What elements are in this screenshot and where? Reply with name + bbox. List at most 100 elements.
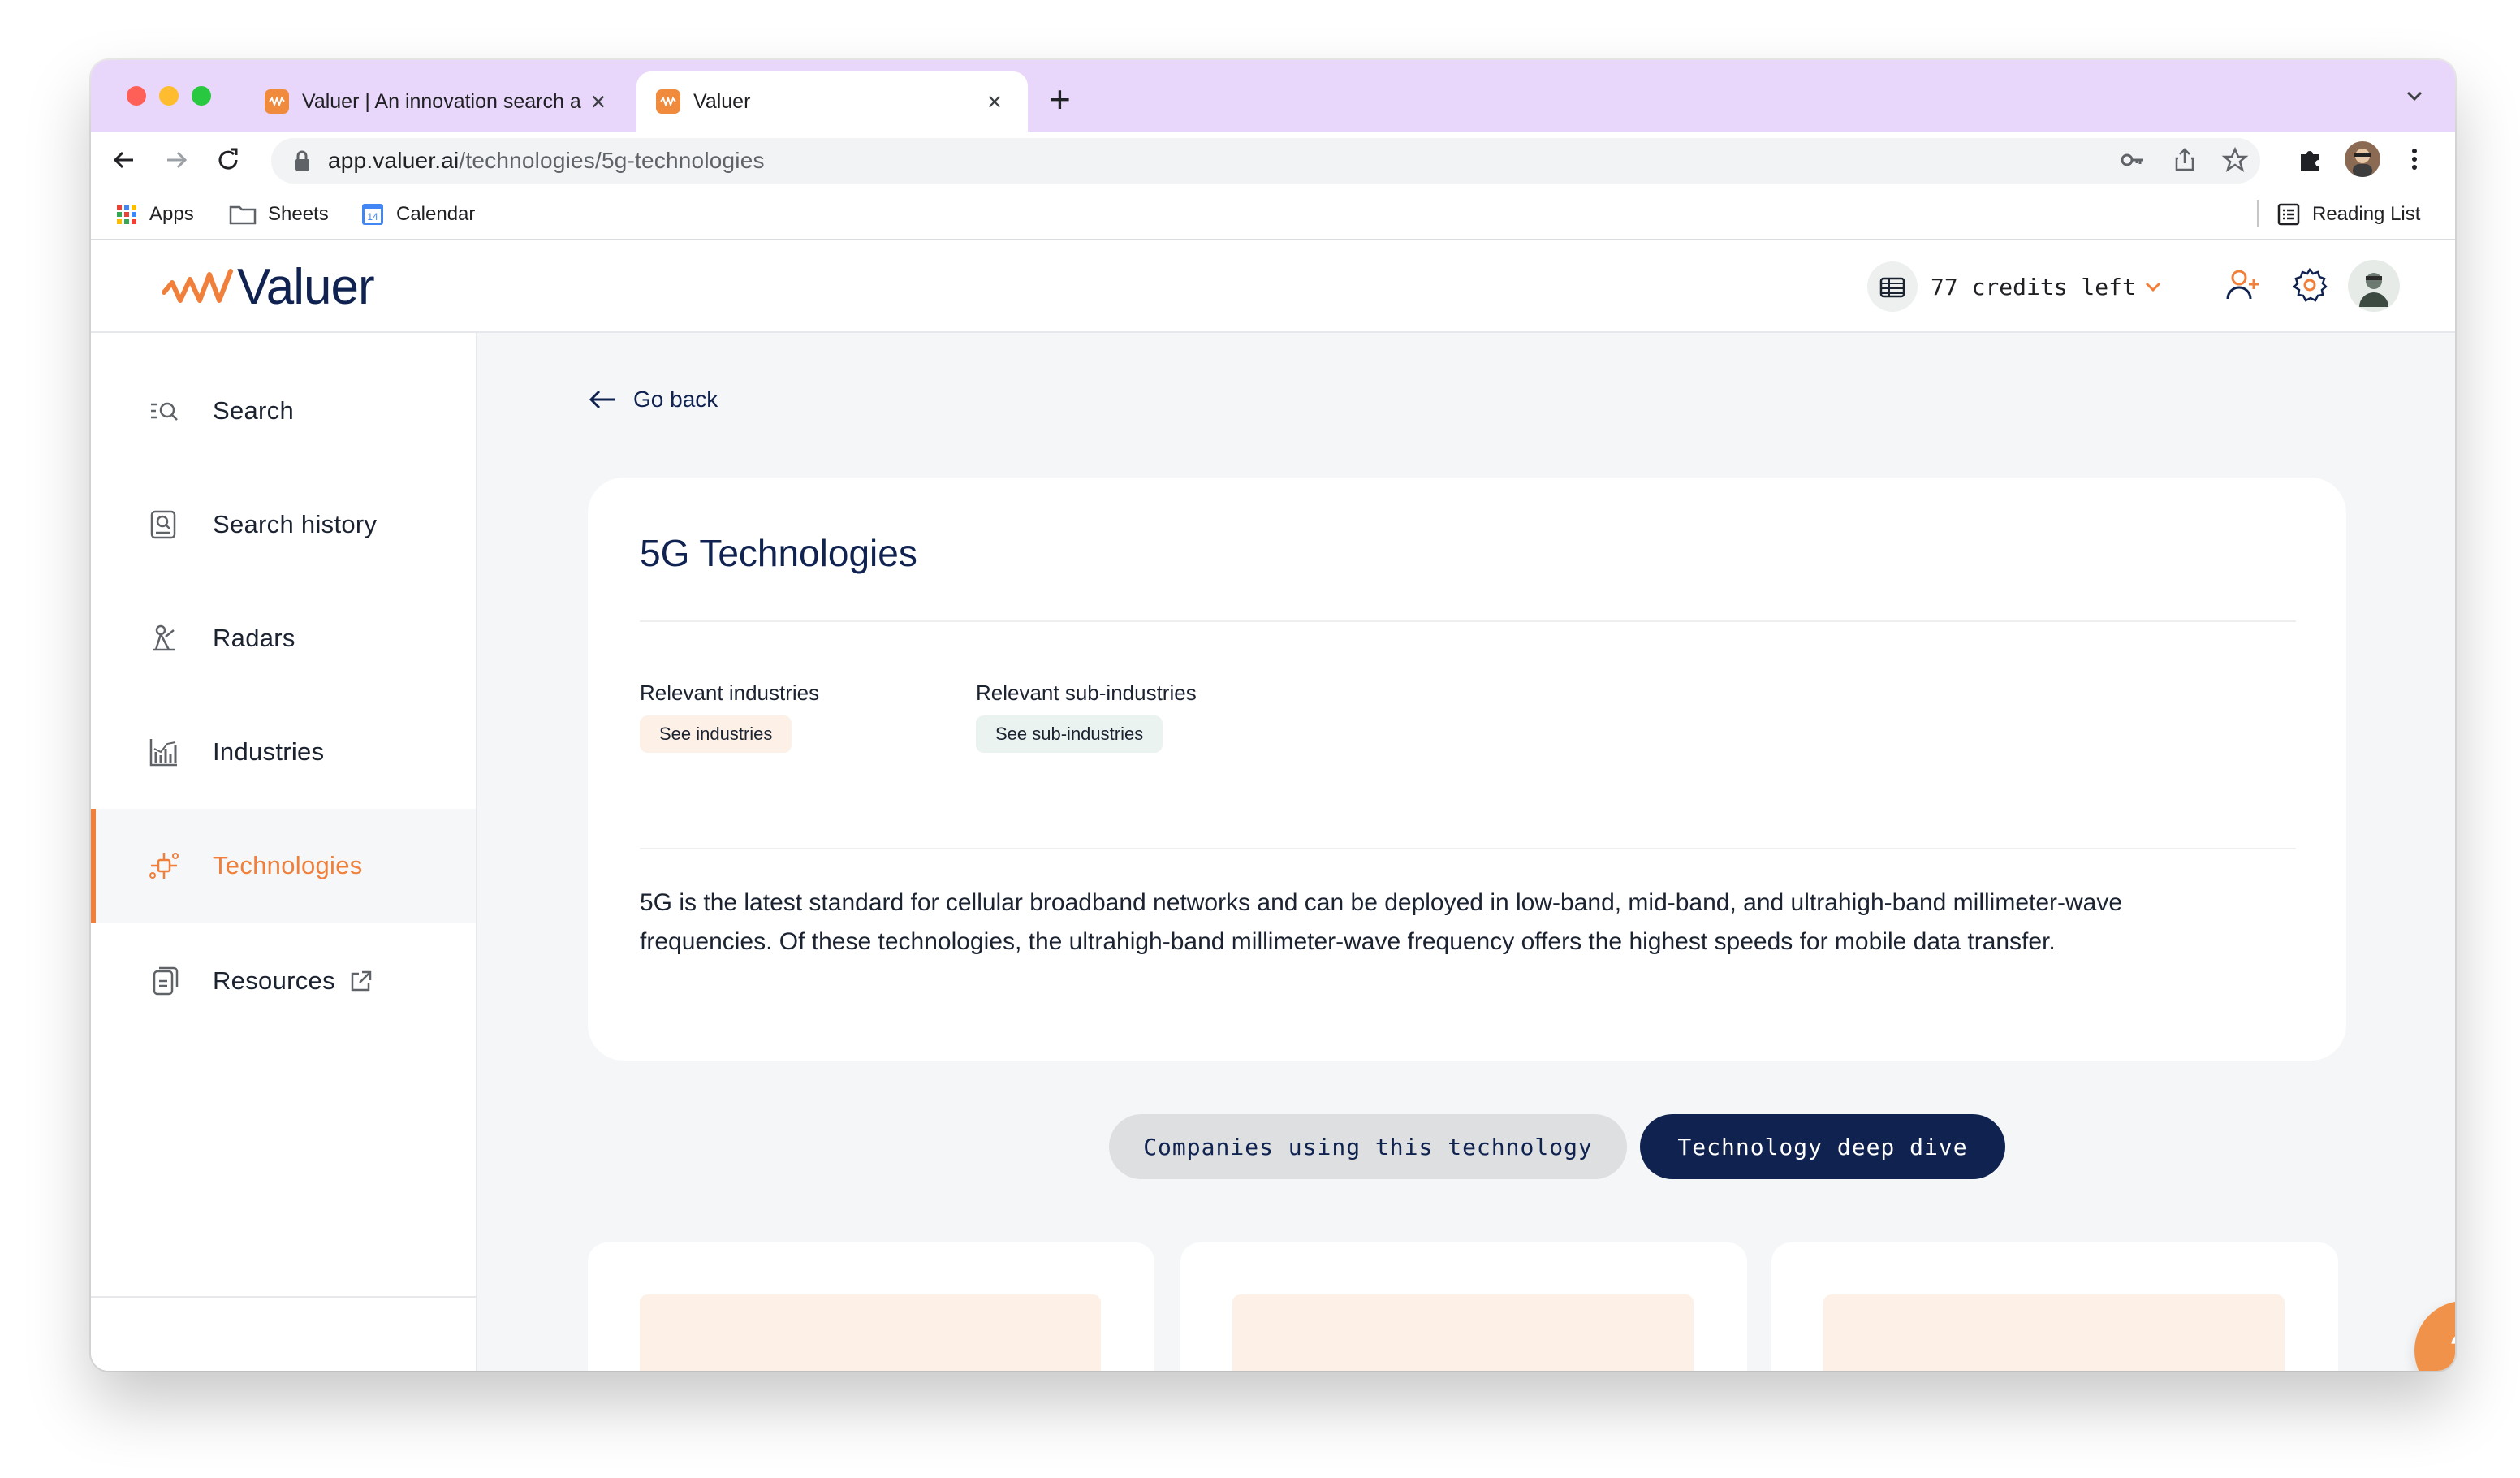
- calendar-icon: 14: [362, 204, 383, 225]
- forward-arrow-icon[interactable]: [161, 145, 192, 175]
- relevant-industries: Relevant industries See industries: [640, 681, 819, 753]
- bookmark-apps[interactable]: Apps: [115, 188, 194, 240]
- apps-grid-icon: [117, 205, 136, 224]
- new-tab-button[interactable]: +: [1049, 75, 1071, 123]
- bookmark-label: Calendar: [396, 203, 476, 225]
- article-thumbnail: [1823, 1294, 2285, 1371]
- tab-companies-using-technology[interactable]: Companies using this technology: [1109, 1114, 1627, 1179]
- bookmark-calendar[interactable]: 14 Calendar: [360, 188, 475, 240]
- key-icon[interactable]: [2119, 146, 2147, 174]
- article-thumbnail: [640, 1294, 1101, 1371]
- see-sub-industries-button[interactable]: See sub-industries: [976, 715, 1163, 753]
- browser-tab-active[interactable]: Valuer ×: [636, 71, 1028, 132]
- article-card[interactable]: [1180, 1242, 1747, 1371]
- tab-strip: Valuer | An innovation search a × Valuer…: [91, 60, 2455, 132]
- go-back-link[interactable]: Go back: [588, 387, 718, 413]
- close-tab-icon[interactable]: ×: [981, 87, 1008, 117]
- search-icon: [151, 402, 178, 421]
- valuer-favicon-icon: [656, 89, 680, 114]
- browser-toolbar: app.valuer.ai/technologies/5g-technologi…: [91, 132, 2455, 188]
- address-bar[interactable]: app.valuer.ai/technologies/5g-technologi…: [271, 138, 2260, 184]
- technology-card: 5G Technologies Relevant industries See …: [588, 478, 2346, 1061]
- credits-text: 77 credits left: [1931, 273, 2136, 300]
- sidebar-item-resources[interactable]: Resources: [91, 924, 476, 1038]
- bookmark-sheets[interactable]: Sheets: [229, 188, 329, 240]
- page-title: 5G Technologies: [640, 532, 917, 574]
- folder-icon: [229, 205, 257, 225]
- technologies-icon: [149, 853, 179, 879]
- article-thumbnail: [1232, 1294, 1694, 1371]
- see-industries-button[interactable]: See industries: [640, 715, 792, 753]
- share-icon[interactable]: [2171, 146, 2199, 174]
- valuer-logo[interactable]: Valuer: [162, 258, 375, 316]
- svg-text:14: 14: [367, 211, 378, 223]
- tab-title: Valuer: [693, 89, 751, 113]
- radar-icon: [153, 624, 175, 651]
- tab-search-chevron-icon[interactable]: [2401, 83, 2427, 109]
- article-card[interactable]: [1771, 1242, 2338, 1371]
- sidebar: Search Search history Radars Industries …: [91, 333, 477, 1371]
- external-link-icon: [351, 970, 372, 992]
- sidebar-item-industries[interactable]: Industries: [91, 695, 476, 809]
- bookmarks-bar: Apps Sheets 14 Calendar Reading List: [91, 188, 2455, 240]
- relevant-sub-industries: Relevant sub-industries See sub-industri…: [976, 681, 1197, 753]
- sidebar-item-label: Radars: [213, 624, 296, 652]
- go-back-label: Go back: [633, 387, 718, 412]
- profile-avatar-icon[interactable]: [2345, 141, 2380, 177]
- sidebar-item-technologies[interactable]: Technologies: [91, 809, 476, 923]
- bookmark-label: Apps: [149, 203, 194, 225]
- sidebar-item-radars[interactable]: Radars: [91, 581, 476, 695]
- sidebar-item-label: Technologies: [213, 851, 363, 879]
- valuer-app: Valuer 77 credits left Search Search his…: [91, 240, 2455, 1371]
- sidebar-item-label: Resources: [213, 966, 335, 995]
- sidebar-item-search-history[interactable]: Search history: [91, 468, 476, 581]
- browser-window: Valuer | An innovation search a × Valuer…: [91, 60, 2455, 1371]
- card-divider: [640, 848, 2296, 849]
- app-header: Valuer 77 credits left: [91, 240, 2455, 333]
- credits-dropdown[interactable]: 77 credits left: [1867, 260, 2164, 313]
- back-arrow-icon[interactable]: [109, 145, 140, 175]
- industries-chart-icon: [149, 739, 177, 767]
- tab-technology-deep-dive[interactable]: Technology deep dive: [1640, 1114, 2005, 1179]
- gear-icon[interactable]: [2289, 265, 2330, 305]
- bookmark-label: Sheets: [268, 203, 329, 225]
- arrow-left-icon: [589, 390, 615, 409]
- chevron-down-icon: [2145, 282, 2160, 292]
- reload-icon[interactable]: [213, 145, 244, 175]
- url-text: app.valuer.ai/technologies/5g-technologi…: [328, 148, 765, 173]
- sidebar-item-label: Search history: [213, 510, 378, 538]
- close-tab-icon[interactable]: ×: [585, 87, 612, 117]
- credits-coins-icon: [1867, 261, 1918, 312]
- card-divider: [640, 620, 2296, 622]
- technology-description: 5G is the latest standard for cellular b…: [640, 889, 2123, 955]
- search-history-icon: [150, 510, 176, 539]
- sidebar-item-search[interactable]: Search: [91, 354, 476, 468]
- relevant-industries-label: Relevant industries: [640, 681, 820, 705]
- valuer-wave-logo-icon: [162, 268, 233, 303]
- lock-icon: [295, 150, 309, 171]
- add-user-icon[interactable]: [2223, 265, 2263, 305]
- content-tabs: Companies using this technology Technolo…: [479, 1114, 2455, 1179]
- maximize-window-button[interactable]: [192, 86, 211, 106]
- valuer-favicon-icon: [265, 89, 289, 114]
- sidebar-divider: [91, 1296, 476, 1298]
- browser-menu-icon[interactable]: [2400, 145, 2429, 174]
- sidebar-item-label: Industries: [213, 737, 325, 766]
- reading-list-button[interactable]: Reading List: [2276, 188, 2420, 240]
- article-card[interactable]: [588, 1242, 1154, 1371]
- extensions-puzzle-icon[interactable]: [2296, 145, 2325, 174]
- reading-list-label: Reading List: [2312, 203, 2421, 225]
- browser-tab-inactive[interactable]: Valuer | An innovation search a ×: [245, 71, 632, 132]
- user-avatar[interactable]: [2348, 260, 2400, 312]
- close-window-button[interactable]: [127, 86, 146, 106]
- resources-icon: [153, 966, 179, 996]
- logo-text: Valuer: [237, 259, 375, 315]
- minimize-window-button[interactable]: [159, 86, 179, 106]
- tab-title: Valuer | An innovation search a: [302, 89, 581, 113]
- bookmark-star-icon[interactable]: [2221, 146, 2249, 174]
- bookmarks-separator: [2257, 200, 2259, 227]
- relevant-sub-industries-label: Relevant sub-industries: [976, 681, 1197, 705]
- sidebar-item-label: Search: [213, 396, 295, 425]
- main-content: Go back 5G Technologies Relevant industr…: [479, 333, 2455, 1371]
- reading-list-icon: [2277, 203, 2300, 226]
